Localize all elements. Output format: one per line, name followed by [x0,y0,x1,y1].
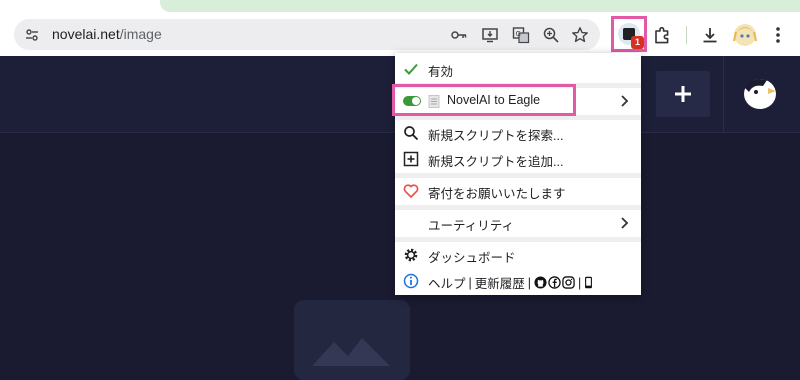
enabled-label: 有効 [428,65,454,79]
help-links: ヘルプ | 更新履歴 | | [428,273,593,292]
add-button[interactable] [656,71,710,117]
gear-icon [404,248,418,262]
chevron-right-icon [621,217,629,229]
instagram-icon[interactable] [562,276,575,289]
utilities-label: ユーティリティ [428,219,515,233]
github-icon[interactable] [534,276,547,289]
add-script-label: 新規スクリプトを追加... [428,155,564,169]
chevron-right-icon [621,95,629,107]
menu-item-help-links: ヘルプ | 更新履歴 | | [395,267,641,295]
zoom-icon[interactable] [542,26,560,44]
svg-text:G: G [516,30,521,38]
install-app-icon[interactable] [481,26,499,44]
link-separator: | [578,275,582,290]
star-icon[interactable] [571,26,589,44]
plus-icon [675,86,691,102]
tab-strip [0,0,800,14]
download-icon[interactable] [700,25,720,45]
facebook-icon[interactable] [548,276,561,289]
key-icon[interactable] [450,26,468,44]
address-bar[interactable]: novelai.net/image G [14,19,600,50]
active-tab[interactable] [160,0,800,12]
link-separator: | [527,275,532,290]
menu-item-find-scripts[interactable]: 新規スクリプトを探索... [395,119,641,147]
highlight-frame [392,84,576,116]
url-host: novelai.net [52,26,120,42]
site-info-icon[interactable] [24,27,40,43]
menu-item-enabled[interactable]: 有効 [395,55,641,83]
profile-avatar-icon[interactable] [733,23,757,47]
header-divider [723,56,724,132]
toolbar-divider [686,26,687,44]
kebab-menu-icon[interactable] [768,25,788,45]
url-path: /image [119,26,162,42]
dashboard-label: ダッシュボード [428,251,516,265]
add-box-icon [403,151,419,167]
image-placeholder [294,300,410,380]
menu-item-add-script[interactable]: 新規スクリプトを追加... [395,145,641,173]
tampermonkey-extension-button[interactable]: 1 [611,16,647,52]
image-placeholder-icon [312,338,390,366]
novelai-logo[interactable] [741,72,779,112]
link-separator: | [468,275,472,290]
find-scripts-label: 新規スクリプトを探索... [428,129,564,143]
changelog-link[interactable]: 更新履歴 [475,273,525,292]
puzzle-icon[interactable] [652,25,672,45]
notification-badge: 1 [631,36,644,49]
check-icon [404,63,418,75]
url-text[interactable]: novelai.net/image [52,26,162,42]
menu-item-dashboard[interactable]: ダッシュボード [395,241,641,269]
menu-item-utilities[interactable]: ユーティリティ [395,209,641,237]
menu-item-donate[interactable]: 寄付をお願いいたします [395,177,641,205]
browser-toolbar: novelai.net/image G 1 [0,14,800,56]
info-icon [403,273,419,289]
help-link[interactable]: ヘルプ [428,273,466,292]
heart-icon [403,184,419,198]
search-icon [404,126,419,141]
phone-icon[interactable] [584,276,593,289]
translate-icon[interactable]: G [512,26,530,44]
donate-label: 寄付をお願いいたします [428,187,566,201]
